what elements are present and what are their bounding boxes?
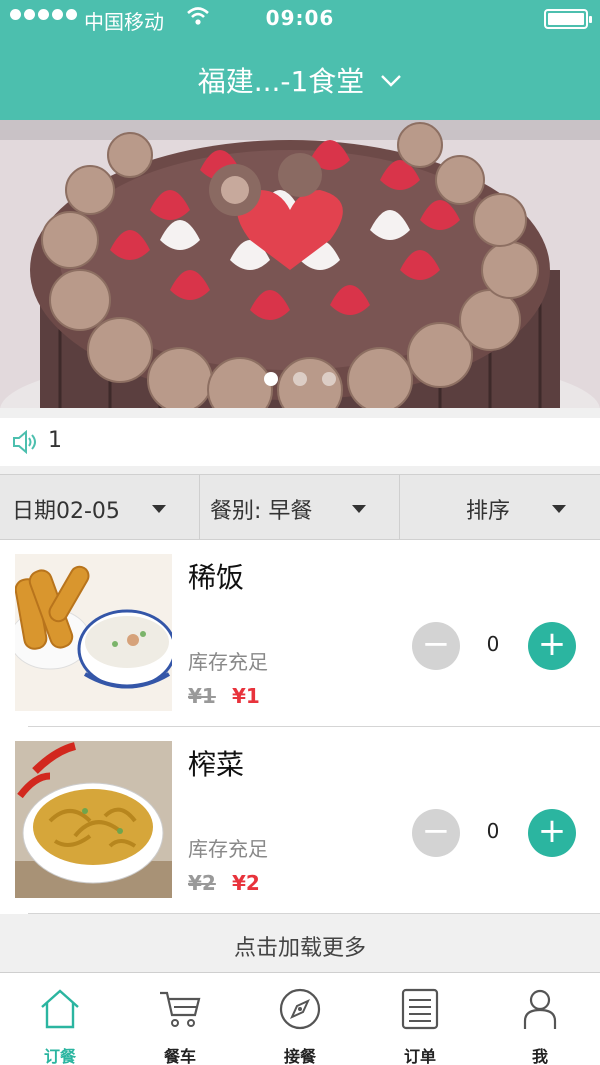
caret-down-icon bbox=[152, 505, 166, 513]
dish-list: 稀饭 库存充足 ¥1 ¥1 − 0 + 榨菜 库存充足 ¥2 ¥2 − 0 + bbox=[0, 540, 600, 914]
caret-down-icon bbox=[352, 505, 366, 513]
banner-carousel[interactable] bbox=[0, 120, 600, 408]
list-icon bbox=[401, 988, 439, 1030]
tab-label: 我 bbox=[531, 1047, 548, 1065]
dish-name: 稀饭 bbox=[188, 561, 245, 594]
tab-label: 订单 bbox=[403, 1047, 436, 1065]
original-price: ¥1 bbox=[188, 684, 216, 708]
increase-quantity-button[interactable]: + bbox=[528, 809, 576, 857]
original-price: ¥2 bbox=[188, 871, 216, 895]
canteen-title: 福建...-1食堂 bbox=[197, 65, 365, 98]
notice-bar[interactable]: 1 bbox=[0, 418, 600, 466]
divider bbox=[28, 913, 600, 914]
current-price: ¥1 bbox=[232, 684, 260, 708]
tab-order[interactable]: 订餐 bbox=[0, 973, 120, 1065]
current-price: ¥2 bbox=[232, 871, 260, 895]
date-filter-dropdown[interactable]: 日期02-05 bbox=[0, 475, 200, 539]
quantity-value: 0 bbox=[486, 819, 500, 843]
decrease-quantity-button[interactable]: − bbox=[412, 622, 460, 670]
list-item[interactable]: 稀饭 库存充足 ¥1 ¥1 − 0 + bbox=[0, 540, 600, 727]
status-time: 09:06 bbox=[265, 6, 335, 30]
meal-filter-dropdown[interactable]: 餐别: 早餐 bbox=[200, 475, 400, 539]
canteen-selector[interactable]: 福建...-1食堂 bbox=[0, 60, 600, 100]
carousel-indicators[interactable] bbox=[0, 372, 600, 386]
filter-bar: 日期02-05 餐别: 早餐 排序 bbox=[0, 474, 600, 540]
home-icon bbox=[41, 989, 79, 1029]
list-item[interactable]: 榨菜 库存充足 ¥2 ¥2 − 0 + bbox=[0, 727, 600, 914]
dish-name: 榨菜 bbox=[188, 748, 245, 781]
dish-image-pickles bbox=[15, 741, 172, 898]
notice-text: 1 bbox=[48, 428, 62, 453]
caret-down-icon bbox=[552, 505, 566, 513]
stock-status: 库存充足 bbox=[188, 837, 268, 861]
date-filter-label: 日期02-05 bbox=[12, 499, 120, 524]
sort-label: 排序 bbox=[466, 499, 511, 524]
carousel-dot-2[interactable] bbox=[293, 372, 307, 386]
tab-orders[interactable]: 订单 bbox=[360, 973, 480, 1065]
chevron-down-icon bbox=[380, 69, 402, 94]
cake-image bbox=[0, 120, 600, 408]
tab-label: 订餐 bbox=[43, 1047, 76, 1065]
tab-label: 接餐 bbox=[283, 1047, 316, 1065]
quantity-value: 0 bbox=[486, 632, 500, 656]
increase-quantity-button[interactable]: + bbox=[528, 622, 576, 670]
app-header: 中国移动 09:06 福建...-1食堂 bbox=[0, 0, 600, 120]
bottom-tab-bar: 订餐 餐车 接餐 订单 我 bbox=[0, 972, 600, 1065]
carousel-dot-1[interactable] bbox=[264, 372, 278, 386]
stock-status: 库存充足 bbox=[188, 650, 268, 674]
decrease-quantity-button[interactable]: − bbox=[412, 809, 460, 857]
status-bar: 中国移动 09:06 bbox=[0, 0, 600, 40]
compass-icon bbox=[279, 988, 321, 1030]
sort-dropdown[interactable]: 排序 bbox=[400, 475, 600, 539]
tab-cart[interactable]: 餐车 bbox=[120, 973, 240, 1065]
battery-icon bbox=[544, 9, 592, 29]
speaker-icon bbox=[12, 429, 38, 458]
tab-pickup[interactable]: 接餐 bbox=[240, 973, 360, 1065]
load-more-button[interactable]: 点击加载更多 bbox=[0, 930, 600, 962]
tab-label: 餐车 bbox=[163, 1047, 196, 1065]
cart-icon bbox=[160, 991, 201, 1027]
meal-filter-label: 餐别: 早餐 bbox=[210, 499, 313, 524]
carousel-dot-3[interactable] bbox=[322, 372, 336, 386]
tab-me[interactable]: 我 bbox=[480, 973, 600, 1065]
person-icon bbox=[523, 989, 557, 1029]
dish-image-congee bbox=[15, 554, 172, 711]
